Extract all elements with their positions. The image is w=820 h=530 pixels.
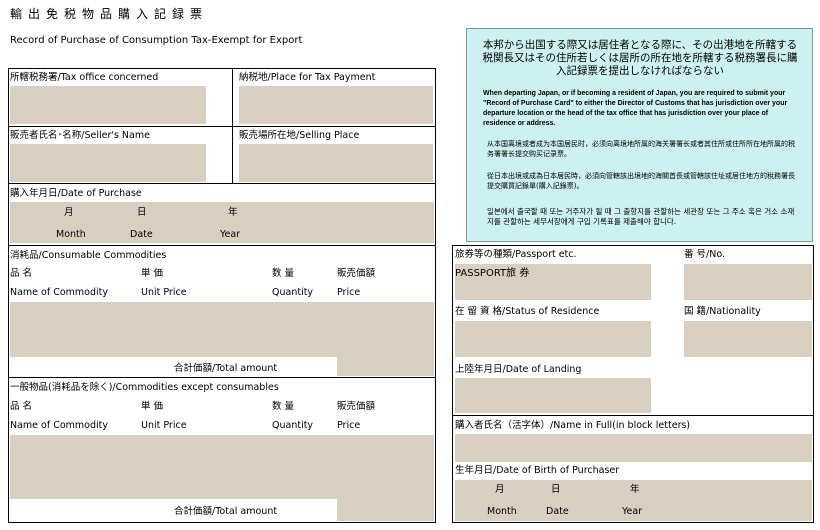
birth-date-label: 生年月日/Date of Birth of Purchaser [455,465,620,476]
divider [8,126,436,127]
consumable-col-jp-unit: 単 価 [141,268,164,279]
general-col-jp-name: 品 名 [10,401,33,412]
general-col-jp-unit: 単 価 [141,401,164,412]
selling-place-field[interactable] [239,144,433,182]
general-heading: 一般物品(消耗品を除く)/Commodities except consumab… [10,382,279,393]
payment-place-field[interactable] [239,86,433,124]
status-label: 在 留 資 格/Status of Residence [455,306,600,317]
passport-type-label: 旅券等の種類/Passport etc. [455,249,577,260]
passport-type-value: PASSPORT旅 券 [455,268,530,279]
landing-date-label: 上陸年月日/Date of Landing [455,364,582,375]
purchaser-name-field[interactable] [455,434,812,462]
notice-chinese-traditional: 從日本出境或成為日本居民時，必須向管轄該出境地的海關首長或管轄該住址或居住地方的… [487,172,795,190]
birth-year-en: Year [622,506,643,517]
general-col-en-price: Price [337,420,361,431]
passport-no-field[interactable] [684,264,812,300]
purchase-month-en: Month [56,229,86,240]
birth-month-en: Month [487,506,517,517]
consumable-col-en-price: Price [337,287,361,298]
divider [232,68,233,183]
birth-month-jp: 月 [495,484,505,495]
passport-no-label: 番 号/No. [684,249,725,260]
form-title-en: Record of Purchase of Consumption Tax-Ex… [10,35,303,46]
consumable-col-jp-qty: 数 量 [272,268,295,279]
general-total-field[interactable] [337,499,434,521]
seller-name-field[interactable] [10,144,206,182]
general-col-jp-price: 販売価額 [337,401,376,412]
notice-japanese: 本邦から出国する際又は居住者となる際に、その出港地を所轄する税関長又はその住所若… [482,39,798,77]
purchase-date-jp: 日 [137,207,147,218]
purchase-year-en: Year [220,229,241,240]
tax-office-label: 所轄税務署/Tax office concerned [10,72,159,83]
notice-box: 本邦から出国する際又は居住者となる際に、その出港地を所轄する税関長又はその住所若… [466,28,813,242]
general-col-jp-qty: 数 量 [272,401,295,412]
general-items-field[interactable] [10,435,434,499]
consumable-col-en-name: Name of Commodity [10,287,109,298]
nationality-field[interactable] [684,321,812,357]
selling-place-label: 販売場所在地/Selling Place [239,130,360,141]
form-title-jp: 輸出免税物品購入記録票 [10,7,209,21]
general-col-en-name: Name of Commodity [10,420,109,431]
payment-place-label: 納税地/Place for Tax Payment [239,72,376,83]
general-col-en-unit: Unit Price [141,420,187,431]
tax-office-field[interactable] [10,86,206,124]
general-total-label: 合計価額/Total amount [174,506,278,517]
purchase-month-jp: 月 [64,207,74,218]
nationality-label: 国 籍/Nationality [684,306,761,317]
consumable-items-field[interactable] [10,302,434,357]
notice-chinese-simplified: 从本国离境或者成为本国居民时，必须向离境地所属的海关署署长或者其住所或住所所在地… [487,140,795,158]
status-field[interactable] [455,321,651,357]
consumable-heading: 消耗品/Consumable Commodities [10,250,167,261]
divider [8,183,436,184]
divider [8,245,436,246]
consumable-col-en-qty: Quantity [272,287,314,298]
purchase-date-en: Date [130,229,153,240]
seller-name-label: 販売者氏名･名称/Seller's Name [10,130,150,141]
purchaser-name-label: 購入者氏名（活字体）/Name in Full(in block letters… [455,420,691,431]
general-col-en-qty: Quantity [272,420,314,431]
purchase-date-label: 購入年月日/Date of Purchase [10,188,142,199]
notice-korean: 일본에서 출국할 때 또는 거주자가 될 때 그 출항지를 관할하는 세관장 또… [487,207,795,226]
consumable-col-en-unit: Unit Price [141,287,187,298]
landing-date-field[interactable] [455,378,651,413]
notice-english: When departing Japan, or if becoming a r… [483,90,788,127]
birth-date-en: Date [546,506,569,517]
purchase-year-jp: 年 [228,207,238,218]
consumable-total-label: 合計価額/Total amount [174,363,278,374]
consumable-col-jp-price: 販売価額 [337,268,376,279]
consumable-total-field[interactable] [337,357,434,376]
divider [452,415,814,416]
divider [8,377,436,378]
birth-year-jp: 年 [630,484,640,495]
consumable-col-jp-name: 品 名 [10,268,33,279]
birth-date-jp: 日 [551,484,561,495]
